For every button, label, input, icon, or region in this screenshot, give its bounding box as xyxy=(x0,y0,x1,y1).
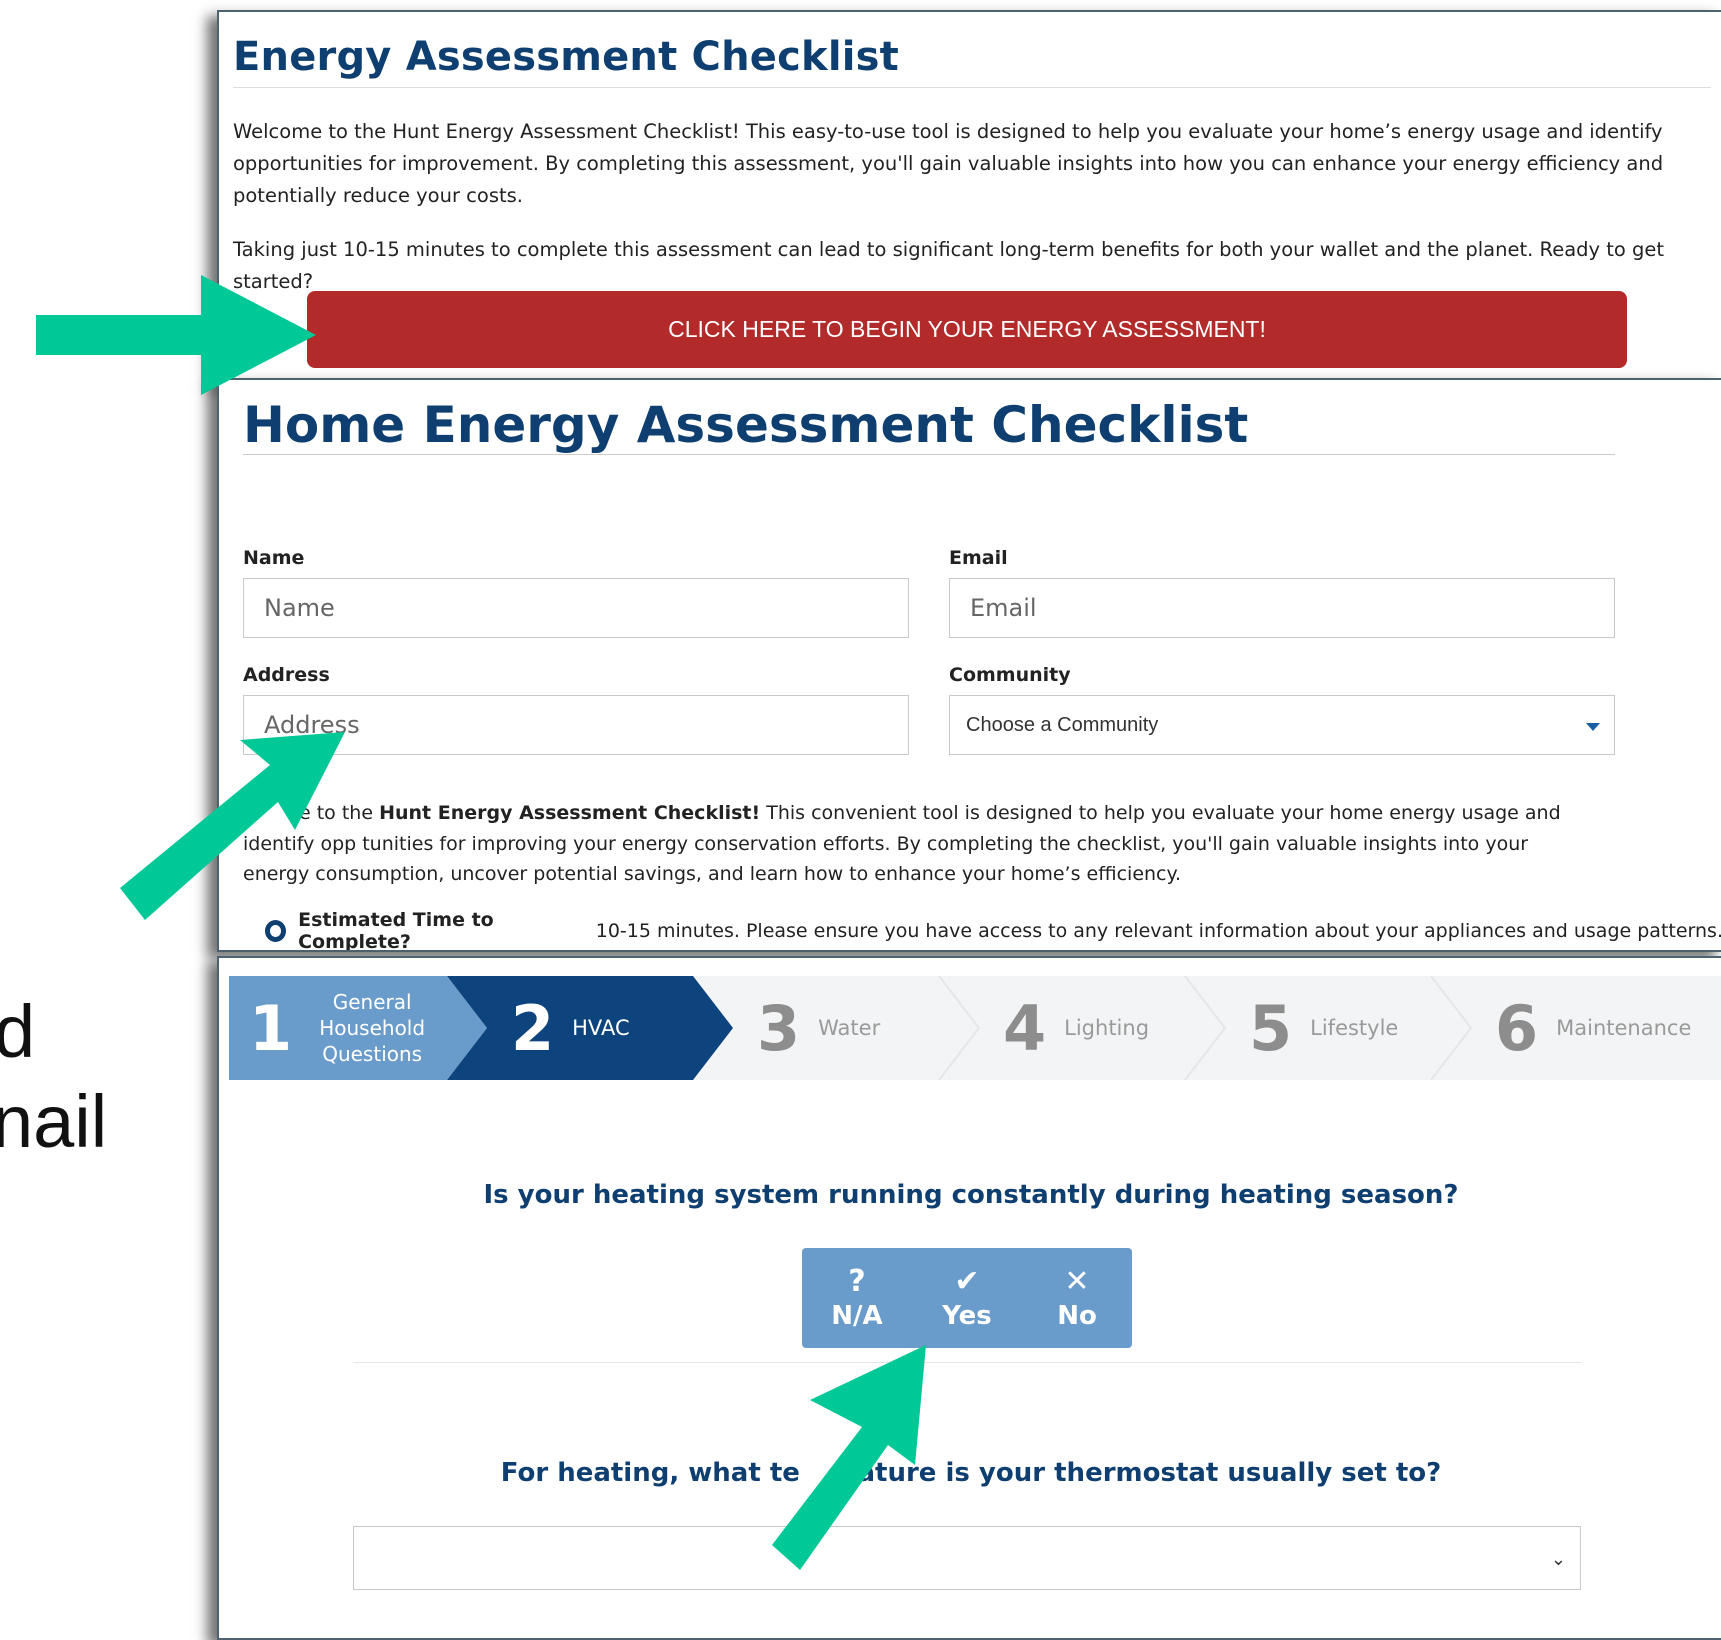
bullet-circle-icon xyxy=(265,920,287,942)
step-4-number: 4 xyxy=(1003,991,1047,1065)
form-title-divider xyxy=(243,454,1615,455)
step-4-label: Lighting xyxy=(1064,1016,1150,1040)
step-maintenance[interactable]: 6 Maintenance xyxy=(1495,976,1691,1080)
answer-na-button[interactable]: ? N/A xyxy=(807,1264,907,1332)
question-icon: ? xyxy=(848,1264,866,1299)
question-thermostat: For heating, what te erature is your the… xyxy=(500,1458,1442,1488)
step-1-label: General Household Questions xyxy=(319,990,426,1066)
step-6-label: Maintenance xyxy=(1556,1016,1692,1040)
question-heating-constant: Is your heating system running constantl… xyxy=(483,1180,1459,1210)
step-3-number: 3 xyxy=(757,991,801,1065)
step-2-number: 2 xyxy=(511,991,555,1065)
step-3-label: Water xyxy=(818,1016,881,1040)
estimated-time-item: Estimated Time to Complete? 10-15 minute… xyxy=(265,909,1721,950)
step-2-label: HVAC xyxy=(572,1016,630,1040)
x-icon: ✕ xyxy=(1064,1264,1090,1299)
address-label: Address xyxy=(243,664,330,686)
community-select[interactable]: Choose a Community xyxy=(949,695,1615,755)
step-hvac[interactable]: 2 HVAC xyxy=(511,976,630,1080)
form-panel: Home Energy Assessment Checklist Name Na… xyxy=(217,378,1721,952)
title-divider xyxy=(233,87,1711,88)
step-general-household[interactable]: 1 General Household Questions xyxy=(249,976,432,1080)
arrow-right-icon xyxy=(36,275,316,395)
estimated-time-text: 10-15 minutes. Please ensure you have ac… xyxy=(589,920,1721,942)
thermostat-select[interactable]: ⌄ xyxy=(353,1526,1581,1590)
background-text-line-2: nail xyxy=(0,1080,108,1163)
intro-panel: Energy Assessment Checklist Welcome to t… xyxy=(217,10,1721,384)
caret-down-icon xyxy=(1586,723,1600,731)
chevron-down-icon: ⌄ xyxy=(1550,1549,1566,1570)
time-paragraph: Taking just 10-15 minutes to complete th… xyxy=(233,238,1665,293)
intro-paragraph: Welcome to the Hunt Energy Assessment Ch… xyxy=(233,120,1664,207)
page-title: Energy Assessment Checklist xyxy=(233,34,899,80)
step-5-number: 5 xyxy=(1249,991,1293,1065)
name-label: Name xyxy=(243,547,305,569)
answer-no-button[interactable]: ✕ No xyxy=(1027,1264,1127,1332)
step-water[interactable]: 3 Water xyxy=(757,976,880,1080)
check-icon: ✔ xyxy=(954,1264,980,1299)
arrow-up-icon xyxy=(772,1345,926,1570)
welcome-text-bold: Hunt Energy Assessment Checklist! xyxy=(379,802,761,824)
community-selected-value: Choose a Community xyxy=(966,713,1159,736)
form-title: Home Energy Assessment Checklist xyxy=(243,396,1249,454)
question-divider xyxy=(353,1362,1581,1363)
answer-yes-label: Yes xyxy=(942,1301,992,1331)
email-field[interactable]: Email xyxy=(949,578,1615,638)
background-text-line-1: d xyxy=(0,990,36,1073)
step-1-number: 1 xyxy=(249,991,293,1065)
answer-button-group: ? N/A ✔ Yes ✕ No xyxy=(802,1248,1132,1348)
answer-na-label: N/A xyxy=(831,1301,883,1331)
answer-yes-button[interactable]: ✔ Yes xyxy=(917,1264,1017,1332)
step-5-label: Lifestyle xyxy=(1310,1016,1399,1040)
step-lifestyle[interactable]: 5 Lifestyle xyxy=(1249,976,1398,1080)
community-label: Community xyxy=(949,664,1071,686)
answer-no-label: No xyxy=(1057,1301,1097,1331)
step-lighting[interactable]: 4 Lighting xyxy=(1003,976,1149,1080)
step-6-number: 6 xyxy=(1495,991,1539,1065)
arrow-up-right-icon xyxy=(120,732,345,920)
name-field[interactable]: Name xyxy=(243,578,909,638)
wizard-panel: 1 General Household Questions 2 HVAC 3 W… xyxy=(217,956,1721,1640)
email-label: Email xyxy=(949,547,1008,569)
welcome-paragraph: e to the Hunt Energy Assessment Checklis… xyxy=(243,798,1583,890)
begin-assessment-button[interactable]: CLICK HERE TO BEGIN YOUR ENERGY ASSESSME… xyxy=(307,291,1627,368)
